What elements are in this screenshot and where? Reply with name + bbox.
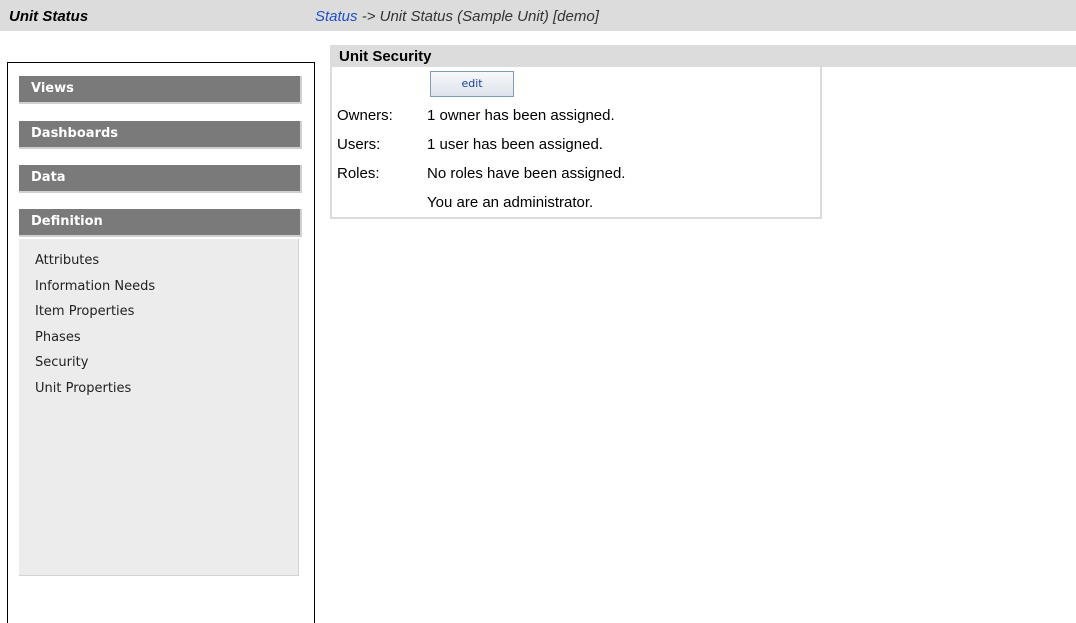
panel-header: Unit Security (330, 45, 1076, 68)
edit-button[interactable]: edit (430, 71, 514, 97)
owners-label: Owners: (337, 107, 393, 124)
users-value: 1 user has been assigned. (427, 136, 603, 153)
roles-label: Roles: (337, 165, 380, 182)
admin-note: You are an administrator. (427, 194, 594, 211)
top-bar: Unit Status Status -> Unit Status (Sampl… (0, 0, 1076, 32)
owners-row: Owners: 1 owner has been assigned. (337, 107, 615, 124)
sidebar-section-data[interactable]: Data (19, 165, 302, 193)
sidebar-section-views[interactable]: Views (19, 76, 302, 104)
sidebar-section-dashboards[interactable]: Dashboards (19, 121, 302, 149)
sidebar-item-information-needs[interactable]: Information Needs (35, 274, 298, 300)
definition-submenu: Attributes Information Needs Item Proper… (19, 239, 299, 576)
owners-value: 1 owner has been assigned. (427, 107, 615, 124)
roles-row: Roles: No roles have been assigned. (337, 165, 625, 182)
breadcrumb-current: -> Unit Status (Sample Unit) [demo] (357, 8, 599, 25)
sidebar-item-unit-properties[interactable]: Unit Properties (35, 376, 298, 402)
sidebar: Views Dashboards Data Definition Attribu… (7, 62, 315, 623)
unit-security-panel: edit Owners: 1 owner has been assigned. U… (330, 67, 822, 219)
breadcrumb-link-status[interactable]: Status (315, 8, 358, 25)
app-title: Unit Status (9, 8, 89, 25)
sidebar-item-security[interactable]: Security (35, 350, 298, 376)
sidebar-item-attributes[interactable]: Attributes (35, 248, 298, 274)
admin-row: You are an administrator. (337, 194, 593, 211)
sidebar-section-definition[interactable]: Definition (19, 209, 302, 237)
sidebar-item-phases[interactable]: Phases (35, 325, 298, 351)
sidebar-item-item-properties[interactable]: Item Properties (35, 299, 298, 325)
users-row: Users: 1 user has been assigned. (337, 136, 603, 153)
breadcrumb: Status -> Unit Status (Sample Unit) [dem… (315, 8, 599, 25)
roles-value: No roles have been assigned. (427, 165, 626, 182)
users-label: Users: (337, 136, 381, 153)
panel-title: Unit Security (339, 48, 432, 65)
